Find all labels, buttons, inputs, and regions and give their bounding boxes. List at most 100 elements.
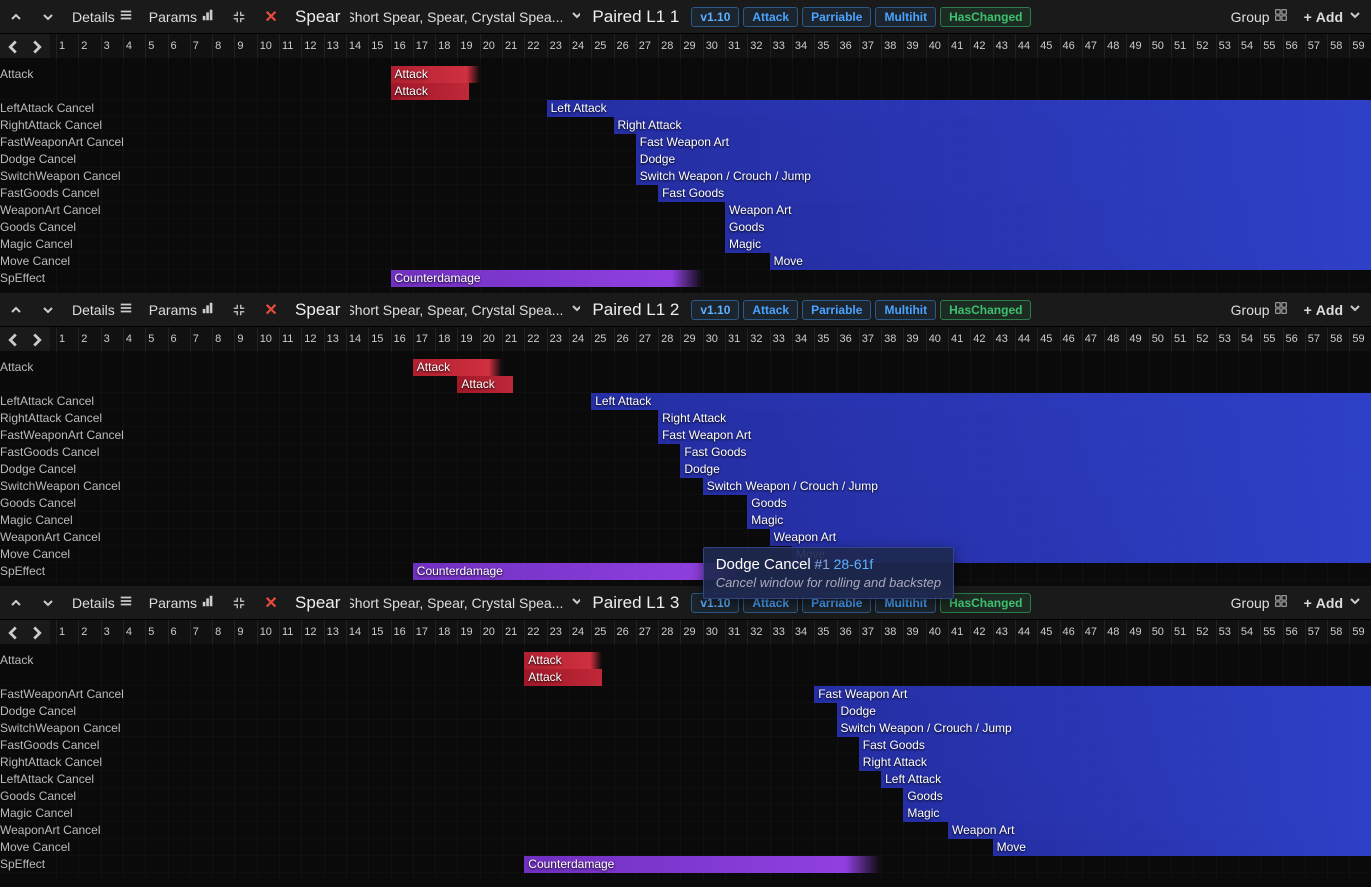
timeline-bar[interactable]: Fast Goods xyxy=(658,185,1371,202)
timeline-bar[interactable]: Attack xyxy=(457,376,513,393)
close-button[interactable]: ✕ xyxy=(257,296,285,324)
ruler-tick: 53 xyxy=(1216,327,1238,351)
params-button[interactable]: Params xyxy=(143,589,221,617)
variants-dropdown[interactable]: Short Spear, Spear, Crystal Spea... xyxy=(350,296,580,324)
group-button[interactable]: Group xyxy=(1225,296,1294,324)
details-button[interactable]: Details xyxy=(66,296,139,324)
track-label: FastGoods Cancel xyxy=(0,444,99,461)
ruler-tick: 19 xyxy=(457,34,479,58)
timeline-bar[interactable]: Magic xyxy=(747,512,1371,529)
version-tag[interactable]: v1.10 xyxy=(691,300,739,320)
timeline-bar[interactable]: Attack xyxy=(391,66,480,83)
timeline-bar[interactable]: Weapon Art xyxy=(725,202,1371,219)
compress-button[interactable] xyxy=(225,296,253,324)
ruler-tick: 33 xyxy=(770,327,792,351)
group-button[interactable]: Group xyxy=(1225,589,1294,617)
timeline-bar[interactable]: Fast Goods xyxy=(680,444,1371,461)
parriable-tag[interactable]: Parriable xyxy=(802,7,871,27)
timeline-bar[interactable]: Right Attack xyxy=(859,754,1371,771)
ruler-tick: 6 xyxy=(168,327,190,351)
timeline-bar[interactable]: Counterdamage xyxy=(413,563,748,580)
timeline-bar[interactable]: Left Attack xyxy=(881,771,1371,788)
timeline-bar[interactable]: Switch Weapon / Crouch / Jump xyxy=(837,720,1371,737)
bar-chart-icon xyxy=(201,8,215,25)
ruler-tick: 43 xyxy=(993,34,1015,58)
timeline-bar[interactable]: Weapon Art xyxy=(770,529,1371,546)
track-label: SpEffect xyxy=(0,563,45,580)
timeline-bar[interactable]: Attack xyxy=(413,359,502,376)
track-label: SpEffect xyxy=(0,270,45,287)
timeline-bar[interactable]: Dodge xyxy=(680,461,1371,478)
timeline-bar[interactable]: Goods xyxy=(747,495,1371,512)
haschanged-tag[interactable]: HasChanged xyxy=(940,7,1031,27)
collapse-up-button[interactable] xyxy=(2,296,30,324)
attack-tag[interactable]: Attack xyxy=(743,300,798,320)
ruler-tick: 30 xyxy=(703,327,725,351)
details-button[interactable]: Details xyxy=(66,589,139,617)
details-button[interactable]: Details xyxy=(66,3,139,31)
timeline-bar[interactable]: Goods xyxy=(725,219,1371,236)
timeline-bar[interactable]: Left Attack xyxy=(547,100,1371,117)
multihit-tag[interactable]: Multihit xyxy=(875,7,936,27)
timeline-bar[interactable]: Fast Weapon Art xyxy=(658,427,1371,444)
timeline-bar[interactable]: Magic xyxy=(903,805,1371,822)
timeline-bar[interactable]: Switch Weapon / Crouch / Jump xyxy=(636,168,1371,185)
chevron-down-icon xyxy=(569,7,580,26)
timeline-bar[interactable]: Left Attack xyxy=(591,393,1371,410)
timeline-bar[interactable]: Attack xyxy=(524,652,602,669)
add-button[interactable]: + Add xyxy=(1298,3,1369,31)
tooltip-title: Dodge Cancel xyxy=(716,556,811,573)
group-button[interactable]: Group xyxy=(1225,3,1294,31)
ruler-tick: 3 xyxy=(101,327,123,351)
params-button[interactable]: Params xyxy=(143,3,221,31)
timeline-bar[interactable]: Move xyxy=(770,253,1371,270)
timeline-bar[interactable]: Fast Goods xyxy=(859,737,1371,754)
compress-button[interactable] xyxy=(225,589,253,617)
params-button[interactable]: Params xyxy=(143,296,221,324)
timeline-track: WeaponArt Cancel Weapon Art xyxy=(0,202,1371,219)
timeline-bar[interactable]: Dodge xyxy=(837,703,1371,720)
timeline-bar[interactable]: Fast Weapon Art xyxy=(636,134,1371,151)
parriable-tag[interactable]: Parriable xyxy=(802,300,871,320)
timeline-bar[interactable]: Goods xyxy=(903,788,1371,805)
timeline-bar[interactable]: Move xyxy=(993,839,1371,856)
collapse-down-button[interactable] xyxy=(34,589,62,617)
close-button[interactable]: ✕ xyxy=(257,3,285,31)
collapse-up-button[interactable] xyxy=(2,589,30,617)
add-button[interactable]: + Add xyxy=(1298,589,1369,617)
add-label: Add xyxy=(1316,595,1343,611)
timeline-bar[interactable]: Right Attack xyxy=(614,117,1371,134)
track-label: Move Cancel xyxy=(0,839,70,856)
ruler-tick: 4 xyxy=(123,620,145,644)
bar-label: Weapon Art xyxy=(729,203,791,217)
timeline-bar[interactable]: Switch Weapon / Crouch / Jump xyxy=(703,478,1371,495)
multihit-tag[interactable]: Multihit xyxy=(875,300,936,320)
variants-dropdown[interactable]: Short Spear, Spear, Crystal Spea... xyxy=(350,589,580,617)
timeline-bar[interactable]: Counterdamage xyxy=(524,856,881,873)
timeline-bar[interactable]: Weapon Art xyxy=(948,822,1371,839)
timeline-panel: Details Params ✕ Spear Short Spear, Spea… xyxy=(0,293,1371,586)
haschanged-tag[interactable]: HasChanged xyxy=(940,300,1031,320)
ruler-tick: 18 xyxy=(435,34,457,58)
version-tag[interactable]: v1.10 xyxy=(691,7,739,27)
timeline-bar[interactable]: Attack xyxy=(391,83,469,100)
add-button[interactable]: + Add xyxy=(1298,296,1369,324)
ruler-tick: 59 xyxy=(1349,620,1371,644)
ruler-tick: 26 xyxy=(614,34,636,58)
variants-dropdown[interactable]: Short Spear, Spear, Crystal Spea... xyxy=(350,3,580,31)
timeline-bar[interactable]: Dodge xyxy=(636,151,1371,168)
timeline-bar[interactable]: Right Attack xyxy=(658,410,1371,427)
ruler-tick: 22 xyxy=(524,327,546,351)
track-label: Dodge Cancel xyxy=(0,461,76,478)
timeline-bar[interactable]: Fast Weapon Art xyxy=(814,686,1371,703)
attack-tag[interactable]: Attack xyxy=(743,7,798,27)
close-button[interactable]: ✕ xyxy=(257,589,285,617)
timeline-bar[interactable]: Magic xyxy=(725,236,1371,253)
timeline-bar[interactable]: Attack xyxy=(524,669,602,686)
collapse-down-button[interactable] xyxy=(34,3,62,31)
track-label: Magic Cancel xyxy=(0,236,73,253)
collapse-up-button[interactable] xyxy=(2,3,30,31)
compress-button[interactable] xyxy=(225,3,253,31)
collapse-down-button[interactable] xyxy=(34,296,62,324)
timeline-bar[interactable]: Counterdamage xyxy=(391,270,703,287)
